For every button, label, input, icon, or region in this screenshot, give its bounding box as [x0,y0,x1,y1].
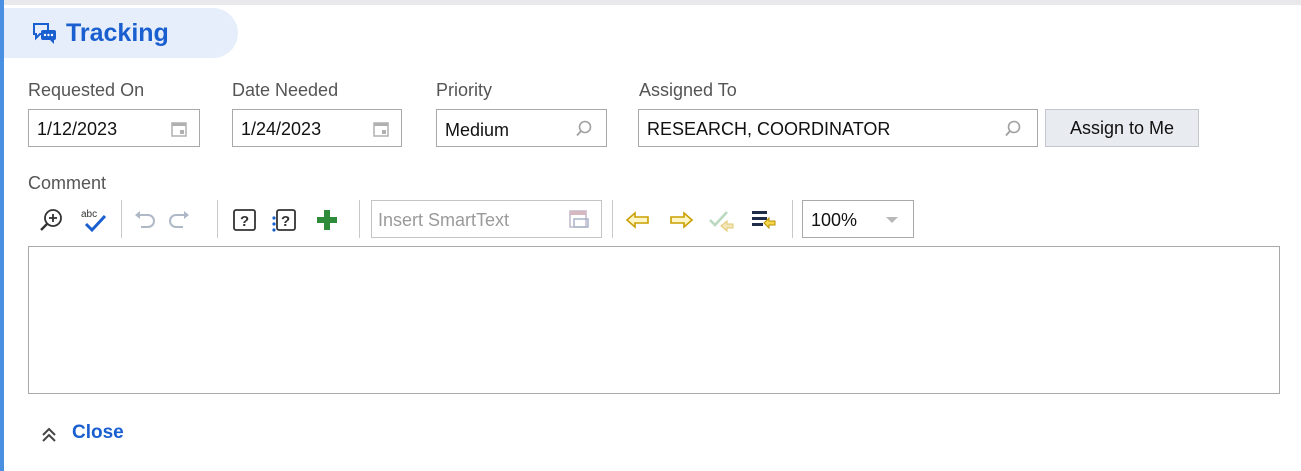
requested-on-label: Requested On [28,80,145,100]
date-needed-field[interactable]: 1/24/2023 [232,109,402,147]
priority-label: Priority [436,80,493,100]
assigned-to-value: RESEARCH, COORDINATOR [647,119,891,139]
insert-text-icon[interactable] [749,206,777,234]
close-label: Close [72,422,124,443]
redo-icon[interactable] [165,206,193,234]
section-title: Tracking [66,19,169,47]
next-field-icon[interactable] [667,206,695,234]
help-next-field-icon[interactable]: ? [270,206,298,234]
zoom-in-icon[interactable] [38,206,66,234]
priority-value: Medium [445,120,510,140]
svg-text:?: ? [240,213,249,230]
toolbar-separator [217,200,218,238]
help-field-icon[interactable]: ? [231,206,259,234]
chevron-down-icon [886,217,898,223]
undo-icon[interactable] [131,206,159,234]
zoom-select[interactable]: 100% [802,200,914,238]
toolbar-separator [359,200,360,238]
calendar-icon[interactable] [371,119,391,139]
search-icon[interactable] [1003,119,1023,139]
comment-editor[interactable] [28,246,1280,394]
calendar-icon[interactable] [169,119,189,139]
toolbar-separator [121,200,122,238]
priority-field[interactable]: Medium [436,109,607,147]
previous-field-icon[interactable] [624,206,652,234]
requested-on-value: 1/12/2023 [37,119,118,139]
insert-smarttext-button[interactable]: Insert SmartText [371,200,602,238]
comment-label: Comment [28,173,107,193]
top-border [0,0,1301,5]
date-needed-value: 1/24/2023 [241,119,322,139]
accept-field-icon[interactable] [707,206,735,234]
assigned-to-field[interactable]: RESEARCH, COORDINATOR [638,109,1038,147]
double-chevron-up-icon [42,427,56,442]
svg-text:?: ? [281,213,290,230]
toolbar-separator [612,200,613,238]
date-needed-label: Date Needed [232,80,339,100]
toolbar-separator [792,200,793,238]
svg-text:abc: abc [81,209,97,220]
assign-to-me-button[interactable]: Assign to Me [1045,109,1199,147]
smarttext-icon [569,210,589,228]
section-header: Tracking [4,8,238,58]
assigned-to-label: Assigned To [639,80,737,100]
search-icon[interactable] [574,119,594,139]
zoom-value: 100% [811,210,858,230]
requested-on-field[interactable]: 1/12/2023 [28,109,200,147]
spellcheck-icon[interactable]: abc [80,206,108,234]
add-icon[interactable] [313,206,341,234]
chat-bubbles-icon [33,23,56,44]
section-accent-bar [0,0,4,471]
insert-smarttext-label: Insert SmartText [378,210,510,230]
